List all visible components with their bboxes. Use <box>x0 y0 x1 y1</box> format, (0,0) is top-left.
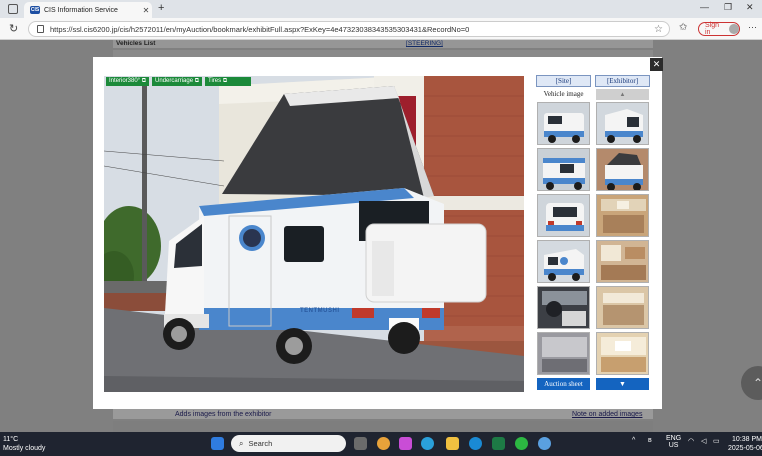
exhibitor-tab[interactable]: [Exhibitor] <box>595 75 650 87</box>
page-header-row <box>113 40 653 48</box>
thumbnail-exterior-4[interactable] <box>596 148 649 191</box>
lock-icon <box>37 25 44 33</box>
battery-icon[interactable]: ▭ <box>713 437 720 445</box>
search-placeholder: Search <box>248 439 273 448</box>
excel-icon[interactable] <box>492 437 505 450</box>
file-explorer-icon[interactable] <box>446 437 459 450</box>
language-indicator[interactable]: ENG US <box>666 435 681 449</box>
wifi-icon[interactable]: ◠ <box>688 437 694 445</box>
tires-tag[interactable]: Tires ⧉ <box>205 77 252 86</box>
thumbnail-interior-3[interactable] <box>596 286 649 329</box>
note-on-added-images-link[interactable]: Note on added images <box>572 411 642 418</box>
task-view-icon[interactable] <box>354 437 367 450</box>
tab-title: CIS Information Service <box>44 6 118 14</box>
tab-close-icon[interactable]: ✕ <box>140 6 152 15</box>
favorites-icon[interactable]: ✩ <box>679 22 687 33</box>
system-clock[interactable]: 10:38 PM 2025-05-06 <box>728 435 762 453</box>
scroll-down-button[interactable]: ▼ <box>596 378 649 390</box>
browser-tab[interactable]: CIS CIS Information Service ✕ <box>24 2 152 18</box>
more-menu-icon[interactable]: ⋯ <box>748 22 757 33</box>
weather-condition: Mostly cloudy <box>3 445 46 452</box>
maximize-icon[interactable]: ❐ <box>724 2 732 13</box>
thumbnail-floor[interactable] <box>537 332 590 375</box>
weather-widget[interactable]: 11°C Mostly cloudy <box>3 435 45 453</box>
camper-van-photo <box>104 76 524 392</box>
telegram-icon[interactable] <box>421 437 434 450</box>
site-tab[interactable]: [Site] <box>536 75 591 87</box>
clock-date: 2025-05-06 <box>728 445 762 452</box>
thumbnail-interior-1[interactable] <box>596 194 649 237</box>
url-text: https://ssl.cis6200.jp/cis/h2572011/en/m… <box>50 24 470 34</box>
browser-tab-bar: CIS CIS Information Service ✕ + — ❐ ✕ <box>0 0 762 18</box>
lang-label: ENG <box>666 435 682 442</box>
volume-icon[interactable]: ◁ <box>701 437 706 445</box>
thumbnail-exterior-5[interactable] <box>537 240 590 283</box>
thumbnail-exterior-2[interactable] <box>596 102 649 145</box>
vehicles-list-label: Vehicles List <box>116 40 156 47</box>
chrome-icon[interactable] <box>377 437 390 450</box>
refresh-icon[interactable]: ↻ <box>9 22 18 35</box>
app-icon[interactable] <box>538 437 551 450</box>
thumbnail-exterior-1[interactable] <box>537 102 590 145</box>
minimize-icon[interactable]: — <box>700 2 709 12</box>
thumbnail-exterior-3[interactable] <box>537 148 590 191</box>
interior-360-tag[interactable]: Interior380° ⧉ <box>106 77 150 86</box>
tray-chevron-icon[interactable]: ^ <box>632 437 635 444</box>
main-vehicle-photo: Interior380° ⧉ Undercarriage ⧉ Tires ⧉ T… <box>104 76 524 392</box>
steering-label: [STEERING] <box>406 40 443 47</box>
undercarriage-tag[interactable]: Undercarriage ⧉ <box>152 77 203 86</box>
start-icon[interactable] <box>211 437 224 450</box>
page-thumb-strip <box>113 421 653 432</box>
thumbnail-interior-4[interactable] <box>596 332 649 375</box>
copilot-icon[interactable] <box>399 437 412 450</box>
address-bar-row: ↻ https://ssl.cis6200.jp/cis/h2572011/en… <box>0 18 762 40</box>
clock-time: 10:38 PM <box>732 436 762 443</box>
region-label: US <box>668 442 679 449</box>
added-images-label: Adds images from the exhibitor <box>175 411 272 418</box>
whatsapp-icon[interactable] <box>515 437 528 450</box>
photo-tag-bar: Interior380° ⧉ Undercarriage ⧉ Tires ⧉ <box>106 77 252 86</box>
scroll-up-button[interactable]: ▲ <box>596 89 649 100</box>
new-tab-button[interactable]: + <box>158 2 164 14</box>
modal-close-button[interactable]: ✕ <box>650 58 663 71</box>
auction-sheet-button[interactable]: Auction sheet <box>537 378 590 390</box>
favorite-star-icon[interactable]: ☆ <box>654 24 669 35</box>
taskbar-search[interactable]: ⌕ Search <box>231 435 346 452</box>
vehicle-image-label: Vehicle image <box>543 90 584 98</box>
weather-temp: 11°C <box>3 436 19 443</box>
tab-actions-icon[interactable] <box>8 4 18 14</box>
thumbnail-cab-interior[interactable] <box>537 286 590 329</box>
edge-icon[interactable] <box>469 437 482 450</box>
sign-in-label: Sign in <box>705 22 720 36</box>
sign-in-button[interactable]: Sign in <box>698 22 740 36</box>
url-field[interactable]: https://ssl.cis6200.jp/cis/h2572011/en/m… <box>28 21 670 37</box>
avatar <box>729 24 739 34</box>
thumbnail-rear[interactable] <box>537 194 590 237</box>
cis-favicon-icon: CIS <box>30 6 40 14</box>
close-window-icon[interactable]: ✕ <box>746 2 754 13</box>
bluetooth-icon[interactable]: ʙ <box>648 437 652 444</box>
search-icon: ⌕ <box>239 438 244 448</box>
van-badge-text: TENTMUSHI <box>300 308 340 314</box>
thumbnail-interior-2[interactable] <box>596 240 649 283</box>
windows-taskbar: 11°C Mostly cloudy ⌕ Search ^ ʙ ENG US ◠… <box>0 432 762 456</box>
